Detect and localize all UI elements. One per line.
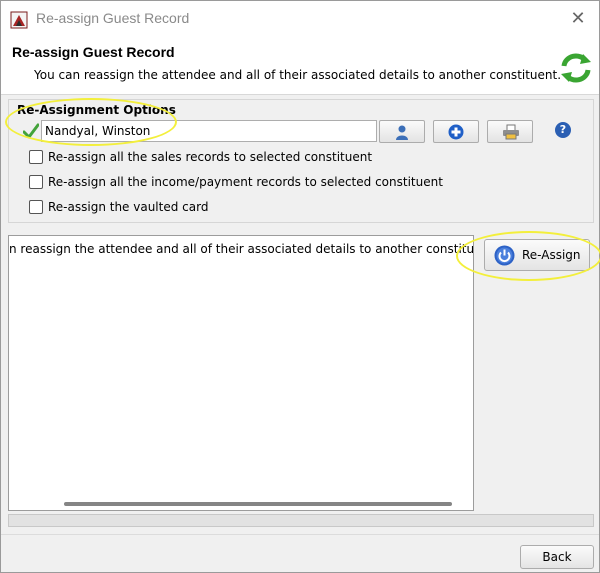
checkmark-icon	[23, 123, 39, 139]
back-button[interactable]: Back	[520, 545, 594, 569]
header-panel: Re-assign Guest Record You can reassign …	[1, 37, 599, 95]
checkbox-label: Re-assign all the sales records to selec…	[48, 150, 373, 164]
person-icon	[396, 125, 408, 140]
options-legend: Re-Assignment Options	[17, 103, 176, 117]
printer-icon	[503, 124, 519, 140]
add-icon	[448, 124, 464, 140]
horizontal-scrollbar[interactable]	[10, 497, 472, 509]
reassign-label: Re-Assign	[522, 248, 581, 262]
log-text: n reassign the attendee and all of their…	[9, 242, 474, 256]
checkbox-box[interactable]	[29, 150, 43, 164]
page-description: You can reassign the attendee and all of…	[34, 68, 562, 82]
print-button[interactable]	[487, 120, 533, 143]
log-text-area[interactable]: n reassign the attendee and all of their…	[8, 235, 474, 511]
checkbox-label: Re-assign the vaulted card	[48, 200, 209, 214]
reassign-button[interactable]: Re-Assign	[484, 239, 590, 271]
divider	[1, 534, 599, 535]
window-title: Re-assign Guest Record	[36, 10, 190, 26]
help-icon[interactable]: ?	[555, 122, 571, 138]
checkbox-label: Re-assign all the income/payment records…	[48, 175, 443, 189]
reassignment-options-group: Re-Assignment Options ?	[8, 99, 594, 223]
checkbox-box[interactable]	[29, 175, 43, 189]
power-icon	[494, 245, 515, 266]
find-constituent-button[interactable]	[379, 120, 425, 143]
refresh-icon[interactable]	[558, 51, 594, 85]
title-bar: Re-assign Guest Record ✕	[1, 1, 599, 37]
reassign-guest-dialog: Re-assign Guest Record ✕ Re-assign Guest…	[0, 0, 600, 573]
app-icon	[10, 11, 28, 29]
close-icon[interactable]: ✕	[565, 7, 591, 31]
add-constituent-button[interactable]	[433, 120, 479, 143]
page-title: Re-assign Guest Record	[12, 44, 175, 60]
progress-bar	[8, 514, 594, 527]
constituent-field[interactable]	[41, 120, 377, 142]
scrollbar-thumb[interactable]	[64, 502, 452, 506]
checkbox-box[interactable]	[29, 200, 43, 214]
